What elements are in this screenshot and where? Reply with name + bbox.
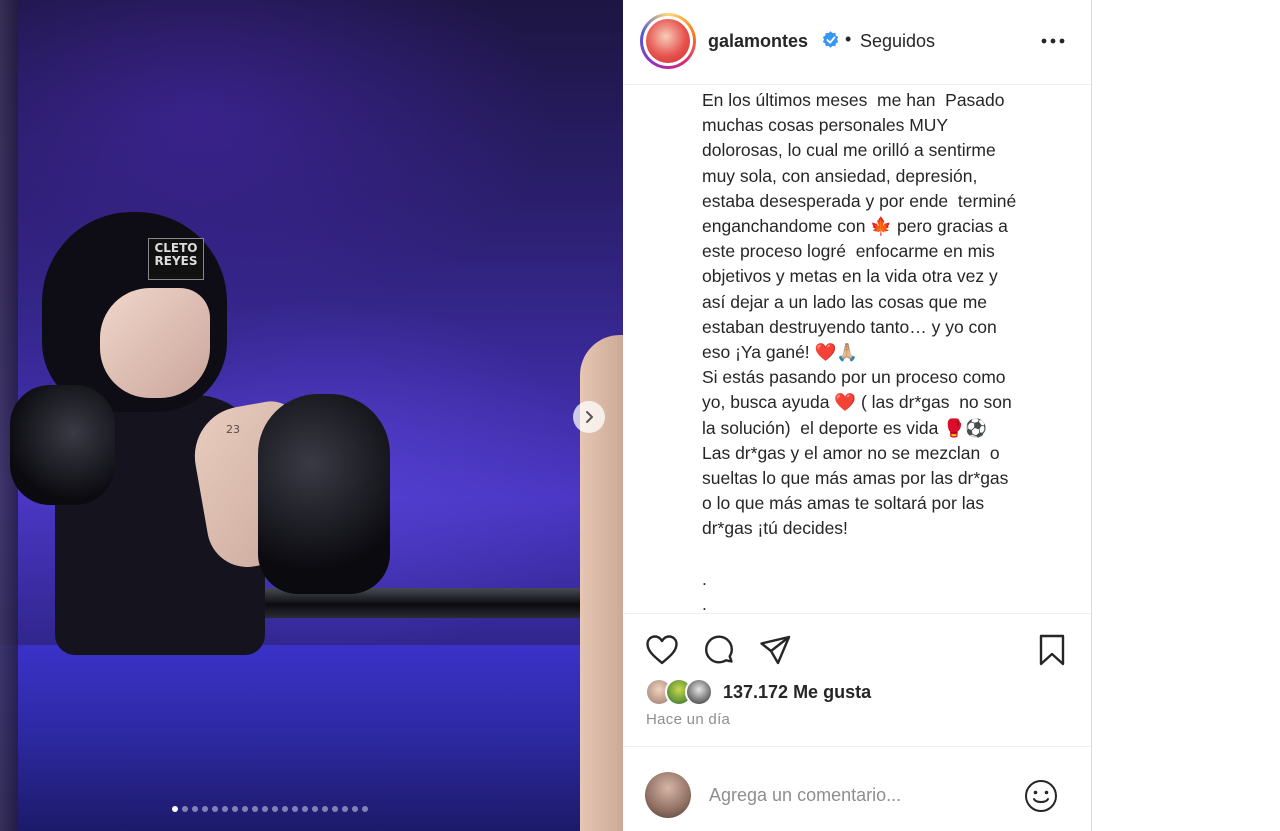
carousel-dot: [182, 806, 188, 812]
emoji-button[interactable]: [1023, 778, 1059, 814]
divider: [623, 613, 1091, 614]
comment-composer: [623, 770, 1091, 820]
ring-rope: [220, 588, 623, 618]
likes-count[interactable]: 137.172 Me gusta: [723, 682, 871, 703]
post-header: galamontes • Seguidos: [623, 0, 1091, 85]
boxer-face: [100, 288, 210, 398]
boxing-glove-right: [258, 394, 390, 594]
carousel-dot: [332, 806, 338, 812]
carousel-dot: [222, 806, 228, 812]
carousel-dot: [292, 806, 298, 812]
post-photo[interactable]: CLETO REYES 23: [0, 0, 623, 831]
carousel-indicator: [172, 806, 368, 812]
bookmark-icon: [1039, 634, 1065, 666]
arm-tattoo: 23: [226, 423, 240, 436]
avatar-image: [646, 19, 690, 63]
carousel-dot: [362, 806, 368, 812]
boxing-glove-left: [10, 385, 115, 505]
carousel-dot: [302, 806, 308, 812]
carousel-dot: [212, 806, 218, 812]
post-actions: [623, 630, 1091, 670]
comment-button[interactable]: [699, 630, 739, 670]
carousel-dot: [232, 806, 238, 812]
more-options-button[interactable]: [1040, 28, 1066, 54]
headgear-brand-logo: CLETO REYES: [148, 238, 204, 280]
post-caption: En los últimos meses me han Pasado mucha…: [702, 90, 1017, 613]
share-icon: [760, 635, 791, 665]
divider: [623, 746, 1091, 747]
comment-icon: [705, 635, 733, 664]
likes-summary[interactable]: 137.172 Me gusta: [645, 678, 871, 706]
carousel-dot: [312, 806, 318, 812]
ring-floor: [0, 645, 623, 831]
carousel-dot: [282, 806, 288, 812]
carousel-dot: [352, 806, 358, 812]
comment-input[interactable]: [709, 782, 1009, 808]
carousel-dot: [342, 806, 348, 812]
verified-badge-icon: [822, 31, 839, 48]
carousel-next-button[interactable]: [573, 401, 605, 433]
carousel-dot: [172, 806, 178, 812]
liker-avatar: [685, 678, 713, 706]
carousel-dot: [242, 806, 248, 812]
like-button[interactable]: [642, 630, 682, 670]
heart-icon: [646, 635, 678, 665]
carousel-dot: [272, 806, 278, 812]
chevron-right-icon: [586, 411, 593, 423]
save-button[interactable]: [1032, 630, 1072, 670]
current-user-avatar: [645, 772, 691, 818]
carousel-dot: [192, 806, 198, 812]
carousel-dot: [252, 806, 258, 812]
username-link[interactable]: galamontes: [708, 31, 808, 52]
carousel-dot: [262, 806, 268, 812]
post-timestamp[interactable]: Hace un día: [646, 711, 730, 728]
more-options-icon: [1041, 38, 1065, 44]
carousel-dot: [322, 806, 328, 812]
carousel-dot: [202, 806, 208, 812]
header-separator: •: [845, 29, 852, 49]
post-panel: galamontes • Seguidos En los últimos mes…: [623, 0, 1092, 831]
following-button[interactable]: Seguidos: [860, 31, 935, 52]
emoji-icon: [1025, 780, 1057, 812]
profile-avatar[interactable]: [640, 13, 696, 69]
share-button[interactable]: [755, 630, 795, 670]
